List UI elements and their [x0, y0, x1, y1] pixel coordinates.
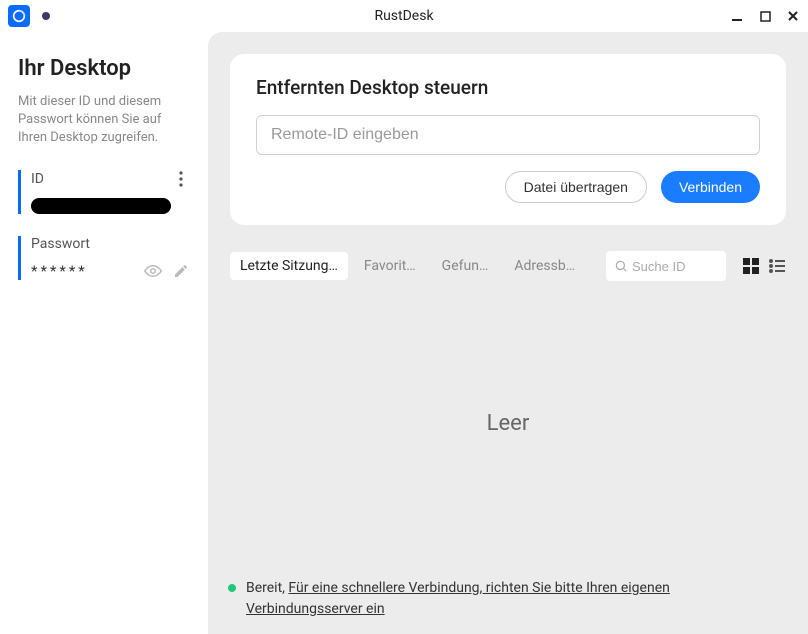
id-label: ID — [31, 171, 44, 187]
titlebar: RustDesk — [0, 0, 808, 32]
connect-card: Entfernten Desktop steuern Datei übertra… — [230, 54, 786, 225]
window-title: RustDesk — [374, 8, 433, 24]
search-box[interactable] — [606, 251, 726, 281]
password-label: Passwort — [31, 236, 90, 252]
empty-label: Leer — [487, 411, 530, 436]
file-transfer-button[interactable]: Datei übertragen — [505, 171, 647, 203]
edit-icon[interactable] — [172, 262, 190, 280]
app-logo-icon — [8, 5, 30, 27]
id-block: ID — [18, 170, 190, 214]
tabs-row: Letzte Sitzung… Favorit… Gefun… Adressb… — [230, 251, 786, 281]
eye-icon[interactable] — [144, 262, 162, 280]
content-area: Entfernten Desktop steuern Datei übertra… — [208, 32, 808, 634]
status-ready-text: Bereit, — [246, 580, 288, 596]
list-view-icon[interactable] — [768, 257, 786, 275]
tab-addressbook[interactable]: Adressb… — [504, 252, 585, 280]
remote-id-input[interactable] — [256, 115, 760, 155]
id-menu-icon[interactable] — [172, 170, 190, 188]
search-icon — [614, 259, 628, 273]
connect-heading: Entfernten Desktop steuern — [256, 76, 760, 99]
search-input[interactable] — [632, 259, 718, 274]
id-value-redacted — [31, 198, 171, 214]
tab-recent-sessions[interactable]: Letzte Sitzung… — [230, 252, 348, 280]
status-server-link[interactable]: Für eine schnellere Verbindung, richten … — [246, 580, 670, 617]
sidebar-heading: Ihr Desktop — [18, 56, 190, 81]
tab-favorites[interactable]: Favorit… — [354, 252, 426, 280]
connect-button[interactable]: Verbinden — [661, 171, 760, 203]
minimize-button[interactable] — [730, 9, 744, 23]
status-ready-dot — [228, 584, 236, 592]
sessions-empty-area: Leer — [208, 281, 808, 566]
password-value: ****** — [31, 262, 88, 280]
sidebar-description: Mit dieser ID und diesem Passwort können… — [18, 93, 190, 148]
grid-view-icon[interactable] — [742, 257, 760, 275]
sidebar: Ihr Desktop Mit dieser ID und diesem Pas… — [0, 32, 208, 634]
maximize-button[interactable] — [758, 9, 772, 23]
close-button[interactable] — [786, 9, 800, 23]
status-bar: Bereit, Für eine schnellere Verbindung, … — [208, 566, 808, 634]
connection-status-dot — [42, 12, 50, 20]
tab-found[interactable]: Gefun… — [432, 252, 499, 280]
password-block: Passwort ****** — [18, 236, 190, 280]
